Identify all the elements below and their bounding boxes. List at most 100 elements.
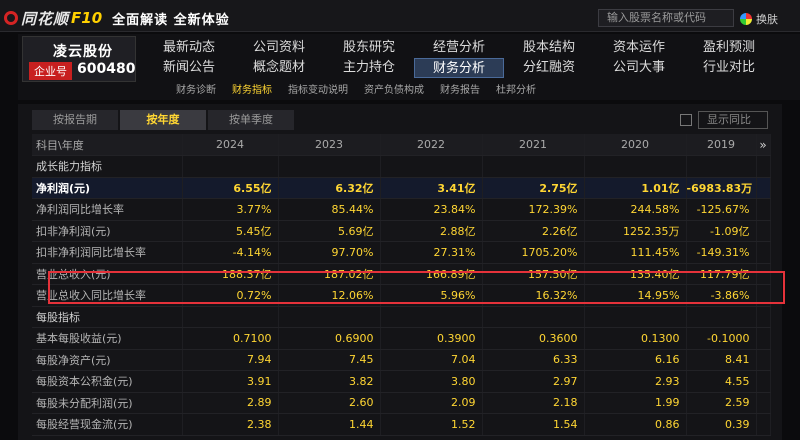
table-row: 净利润同比增长率 3.77% 85.44% 23.84% 172.39% 244.58% -… <box>32 198 771 221</box>
period-tab[interactable]: 按年度 <box>120 110 206 130</box>
empty-cell <box>380 155 483 178</box>
yoy-checkbox[interactable] <box>680 114 692 126</box>
table-header-row: 科目\年度 2024 2023 2022 2021 2020 2019 » <box>32 134 771 156</box>
row-label[interactable]: 每股资本公积金(元) <box>32 370 183 393</box>
sub-nav-item[interactable]: 财务报告 <box>432 84 488 98</box>
value-cell: 4.55 <box>686 370 757 393</box>
period-tab[interactable]: 按报告期 <box>32 110 118 130</box>
enterprise-badge[interactable]: 企业号 <box>29 62 72 80</box>
value-cell: 0.6900 <box>278 327 381 350</box>
sub-nav-item[interactable]: 财务诊断 <box>168 84 224 98</box>
row-label[interactable]: 基本每股收益(元) <box>32 327 183 350</box>
sub-nav-item[interactable]: 杜邦分析 <box>488 84 544 98</box>
main-nav-row-2: 新闻公告 概念题材 主力持仓 财务分析 分红融资 公司大事 行业对比 <box>144 58 774 78</box>
value-cell: 6.33 <box>482 349 585 371</box>
value-cell: 0.72% <box>182 284 279 307</box>
row-label[interactable]: 营业总收入(元) <box>32 263 183 285</box>
nav-tab[interactable]: 新闻公告 <box>144 58 234 78</box>
nav-tab[interactable]: 最新动态 <box>144 38 234 58</box>
sub-nav-item[interactable]: 财务指标 <box>224 84 280 98</box>
empty-cell <box>756 220 771 242</box>
value-cell: 5.69亿 <box>278 220 381 242</box>
empty-cell <box>584 306 687 328</box>
nav-tab[interactable]: 资本运作 <box>594 38 684 58</box>
value-cell: 2.38 <box>182 413 279 436</box>
row-label[interactable]: 每股经营现金流(元) <box>32 413 183 436</box>
header-year[interactable]: 2021 <box>482 134 585 156</box>
period-view-tabs: 按报告期 按年度 按单季度 <box>32 110 296 130</box>
value-cell: 172.39% <box>482 198 585 221</box>
value-cell: 85.44% <box>278 198 381 221</box>
row-label[interactable]: 净利润(元) <box>32 177 183 199</box>
value-cell: 16.32% <box>482 284 585 307</box>
period-tab[interactable]: 按单季度 <box>208 110 294 130</box>
app-logo: 同花顺 F10 全面解读 全新体验 <box>4 8 230 28</box>
value-cell: -0.1000 <box>686 327 757 350</box>
nav-tab[interactable]: 财务分析 <box>414 58 504 78</box>
logo-icon <box>4 11 18 25</box>
header-year[interactable]: 2024 <box>182 134 279 156</box>
value-cell: 3.91 <box>182 370 279 393</box>
empty-cell <box>756 349 771 371</box>
nav-tab[interactable]: 分红融资 <box>504 58 594 78</box>
value-cell: 0.39 <box>686 413 757 436</box>
row-label[interactable]: 扣非净利润同比增长率 <box>32 241 183 264</box>
header-year[interactable]: 2020 <box>584 134 687 156</box>
empty-cell <box>584 155 687 178</box>
value-cell: 1.44 <box>278 413 381 436</box>
table-row: 扣非净利润同比增长率 -4.14% 97.70% 27.31% 1705.20% 111.… <box>32 241 771 264</box>
logo-brand: 同花顺 <box>21 9 70 28</box>
value-cell: 3.80 <box>380 370 483 393</box>
main-nav-row-1: 最新动态 公司资料 股东研究 经营分析 股本结构 资本运作 盈利预测 <box>144 38 774 58</box>
row-label[interactable]: 营业总收入同比增长率 <box>32 284 183 307</box>
value-cell: 7.45 <box>278 349 381 371</box>
value-cell: -4.14% <box>182 241 279 264</box>
empty-cell <box>756 177 771 199</box>
row-label[interactable]: 每股未分配利润(元) <box>32 392 183 414</box>
value-cell: -3.86% <box>686 284 757 307</box>
sub-nav: 财务诊断 财务指标 指标变动说明 资产负债构成 财务报告 杜邦分析 <box>168 84 544 98</box>
header-year[interactable]: 2023 <box>278 134 381 156</box>
header-year[interactable]: 2022 <box>380 134 483 156</box>
scroll-right-icon[interactable]: » <box>756 134 771 156</box>
sub-nav-item[interactable]: 资产负债构成 <box>356 84 432 98</box>
value-cell: 0.86 <box>584 413 687 436</box>
stock-search-input[interactable]: 输入股票名称或代码 <box>598 9 734 27</box>
sub-nav-item[interactable]: 指标变动说明 <box>280 84 356 98</box>
nav-tab[interactable]: 行业对比 <box>684 58 774 78</box>
change-skin-button[interactable]: 换肤 <box>740 11 778 27</box>
value-cell: 8.41 <box>686 349 757 371</box>
nav-tab[interactable]: 股东研究 <box>324 38 414 58</box>
value-cell: 187.02亿 <box>278 263 381 285</box>
nav-tab[interactable]: 公司大事 <box>594 58 684 78</box>
stock-name: 凌云股份 <box>53 44 113 60</box>
header-year[interactable]: 2019 <box>686 134 757 156</box>
nav-tab[interactable]: 概念题材 <box>234 58 324 78</box>
value-cell: 157.50亿 <box>482 263 585 285</box>
nav-tab[interactable]: 盈利预测 <box>684 38 774 58</box>
row-label[interactable]: 净利润同比增长率 <box>32 198 183 221</box>
value-cell: 2.60 <box>278 392 381 414</box>
empty-cell <box>278 306 381 328</box>
value-cell: 111.45% <box>584 241 687 264</box>
row-label[interactable]: 扣非净利润(元) <box>32 220 183 242</box>
palette-icon <box>740 13 752 25</box>
empty-cell <box>686 306 757 328</box>
value-cell: 135.40亿 <box>584 263 687 285</box>
nav-tab[interactable]: 经营分析 <box>414 38 504 58</box>
row-label[interactable]: 每股净资产(元) <box>32 349 183 371</box>
value-cell: 1.52 <box>380 413 483 436</box>
value-cell: 7.04 <box>380 349 483 371</box>
empty-cell <box>756 241 771 264</box>
value-cell: 3.82 <box>278 370 381 393</box>
nav-tab[interactable]: 股本结构 <box>504 38 594 58</box>
nav-tab[interactable]: 公司资料 <box>234 38 324 58</box>
value-cell: 2.18 <box>482 392 585 414</box>
empty-cell <box>482 306 585 328</box>
empty-cell <box>756 392 771 414</box>
value-cell: 14.95% <box>584 284 687 307</box>
show-yoy-toggle[interactable]: 显示同比 <box>680 111 768 129</box>
nav-tab[interactable]: 主力持仓 <box>324 58 414 78</box>
value-cell: 0.3900 <box>380 327 483 350</box>
table-body: 成长能力指标 净利润(元) 6.55亿 6.32亿 3.41亿 2.75亿 1.01亿 -69… <box>32 155 771 436</box>
